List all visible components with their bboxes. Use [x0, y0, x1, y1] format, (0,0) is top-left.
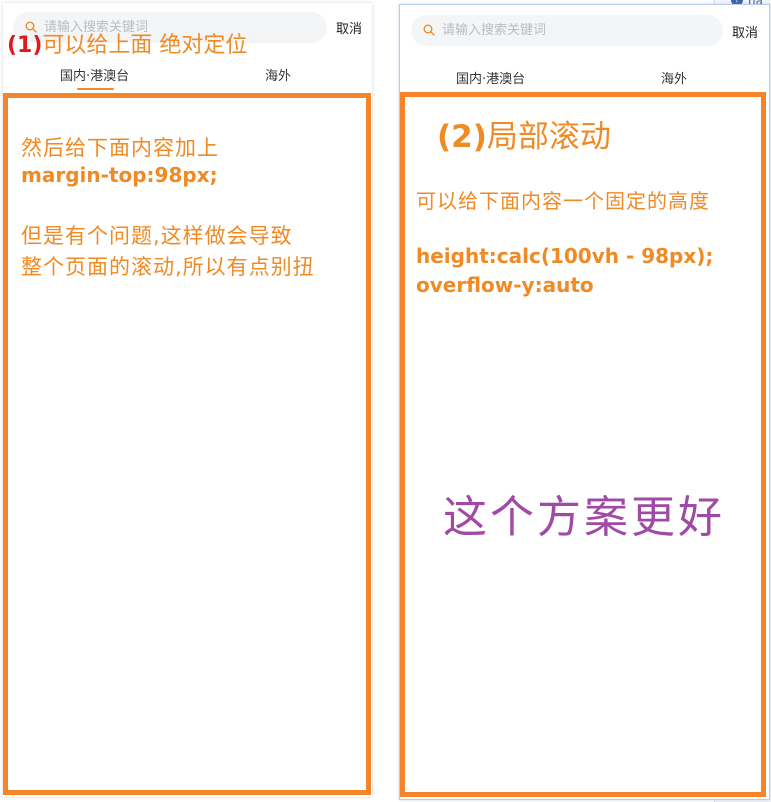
annotation-title: 局部滚动	[486, 119, 611, 155]
tab-domestic[interactable]: 国内·港澳台	[456, 68, 525, 87]
note-line-1: 然后给下面内容加上	[21, 136, 219, 160]
tab-domestic[interactable]: 国内·港澳台	[60, 65, 129, 84]
code-height-calc: height:calc(100vh - 98px);	[416, 244, 714, 268]
annotation-number: (1)	[7, 33, 43, 58]
annotation-heading: (1)可以给上面 绝对定位	[7, 27, 247, 59]
tab-overseas[interactable]: 海外	[265, 65, 291, 84]
note-line-1: 可以给下面内容一个固定的高度	[416, 189, 710, 213]
mobile-preview-local-scrolling: 请输入搜索关键词 取消 国内·港澳台 海外 (2)局部滚动 可以给下面内容一个固…	[399, 4, 770, 800]
code-margin-top: margin-top:98px;	[21, 163, 218, 187]
annotation-title: 可以给上面 绝对定位	[42, 33, 248, 58]
annotation-heading: (2)局部滚动	[437, 111, 611, 156]
content-area[interactable]: 然后给下面内容加上 margin-top:98px; 但是有个问题,这样做会导致…	[3, 93, 371, 795]
search-placeholder: 请输入搜索关键词	[442, 23, 547, 38]
cancel-button[interactable]: 取消	[336, 18, 362, 37]
active-tab-indicator	[77, 88, 114, 90]
recommendation-text: 这个方案更好	[443, 492, 725, 543]
note-line-3: 但是有个问题,这样做会导致	[21, 224, 293, 248]
tab-overseas[interactable]: 海外	[661, 68, 687, 87]
note-line-4: 整个页面的滚动,所以有点别扭	[21, 255, 315, 279]
content-area[interactable]: (2)局部滚动 可以给下面内容一个固定的高度 height:calc(100vh…	[400, 92, 766, 797]
mobile-preview-absolute-positioning: 请输入搜索关键词 取消 (1)可以给上面 绝对定位 国内·港澳台 海外 然后给下…	[3, 3, 372, 797]
code-overflow-y: overflow-y:auto	[416, 273, 594, 297]
search-icon	[423, 24, 435, 36]
annotation-number: (2)	[437, 119, 487, 155]
search-input[interactable]: 请输入搜索关键词	[411, 15, 723, 46]
cancel-button[interactable]: 取消	[732, 22, 758, 41]
